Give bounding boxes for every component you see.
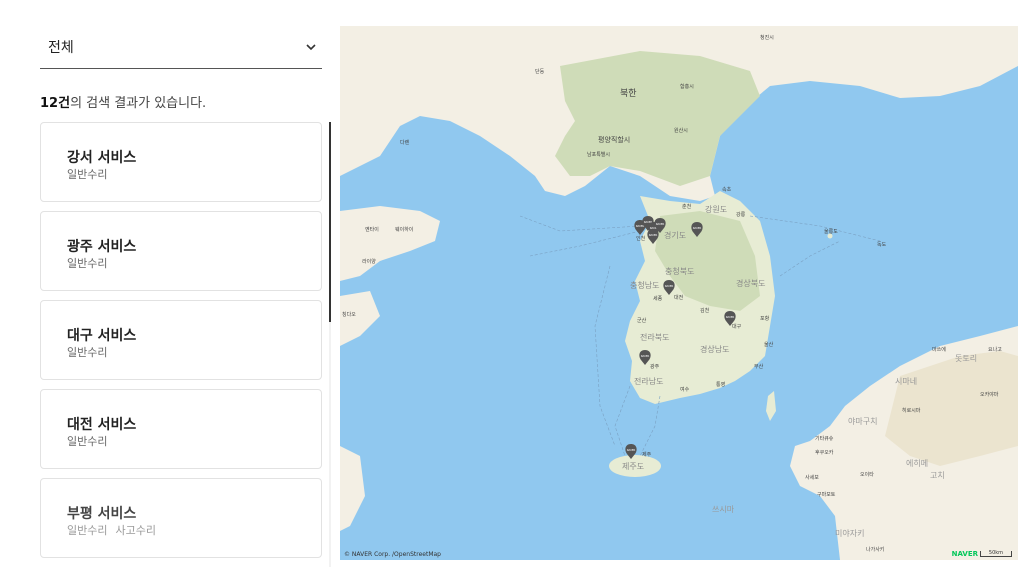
service-tag: 일반수리 xyxy=(67,435,108,448)
map-canvas[interactable]: 북한 평양직할시 남포특별시 함흥시 원산시 단둥 청진시 다롄 웨이하이 옌타… xyxy=(340,26,1018,560)
map-label: 사세보 xyxy=(805,474,819,481)
service-card[interactable]: 강서 서비스 일반수리 xyxy=(40,122,322,202)
service-tag: 일반수리 xyxy=(67,168,108,181)
map-label: 독도 xyxy=(877,242,887,248)
map-label: 대구 xyxy=(732,323,742,330)
map-label: 미야자키 xyxy=(835,528,864,538)
map-label: 히로시마 xyxy=(902,407,921,414)
map-label: 쓰시마 xyxy=(712,505,735,514)
map-label: 경상북도 xyxy=(736,278,765,288)
marker-label: NAVER xyxy=(665,284,674,288)
map-label: 광주 xyxy=(650,363,660,370)
result-count-number: 12건 xyxy=(40,96,71,111)
map-label: 남포특별시 xyxy=(587,151,610,158)
marker-label: NAVER xyxy=(726,315,735,319)
map-label: 시마네 xyxy=(895,377,917,386)
service-name: 강서 서비스 xyxy=(67,150,137,166)
map-label: 칭다오 xyxy=(342,311,356,318)
marker-label: NAVER xyxy=(627,448,636,452)
map-label: 군산 xyxy=(637,317,647,324)
map-label: 다롄 xyxy=(400,139,410,146)
map-label: 제주도 xyxy=(622,462,644,471)
map-label: 평양직할시 xyxy=(598,135,630,144)
service-tags: 일반수리 사고수리 xyxy=(67,522,164,538)
map-label: 경기도 xyxy=(664,230,686,240)
map-label: 청진시 xyxy=(760,34,774,41)
region-filter-select[interactable]: 전체 xyxy=(40,26,322,69)
service-card[interactable]: 대구 서비스 일반수리 xyxy=(40,300,322,380)
map-label: 인천 xyxy=(636,235,646,242)
map-label: 나가사키 xyxy=(866,546,884,553)
map-label: 대전 xyxy=(674,294,684,301)
map-label: 울릉도 xyxy=(824,229,838,235)
service-tags: 일반수리 xyxy=(67,255,115,271)
map-label: 라이양 xyxy=(362,258,376,265)
map-label: 전라북도 xyxy=(640,332,669,342)
map-label: 고치 xyxy=(930,471,945,480)
region-filter-value: 전체 xyxy=(48,40,74,56)
service-tag: 일반수리 xyxy=(67,257,108,270)
service-tag: 일반수리 xyxy=(67,524,108,537)
map-label: 요나고 xyxy=(988,346,1002,353)
marker-label: NAVER xyxy=(649,233,658,237)
map-label: 후쿠오카 xyxy=(815,449,834,456)
service-name: 대구 서비스 xyxy=(67,328,137,344)
map-label: 전라남도 xyxy=(634,376,663,386)
service-tag: 사고수리 xyxy=(115,524,156,537)
map-label: 김천 xyxy=(700,307,710,314)
map-label: 세종 xyxy=(653,295,663,302)
map-label: 울산 xyxy=(764,341,774,348)
map-label: 단둥 xyxy=(535,68,545,75)
map-label: 충청북도 xyxy=(665,267,694,276)
service-name: 광주 서비스 xyxy=(67,239,137,255)
map-label: 옌타이 xyxy=(365,226,379,233)
marker-label: NAVER xyxy=(641,354,650,358)
map-label: 강원도 xyxy=(705,204,727,214)
map-label: 통영 xyxy=(716,381,725,388)
map-label: 충청남도 xyxy=(630,281,659,290)
service-card[interactable]: 부평 서비스 일반수리 사고수리 xyxy=(40,478,322,558)
chevron-down-icon xyxy=(306,44,316,51)
service-tags: 일반수리 xyxy=(67,166,115,182)
map-label: 제주 xyxy=(642,451,652,458)
map-view[interactable]: 북한 평양직할시 남포특별시 함흥시 원산시 단둥 청진시 다롄 웨이하이 옌타… xyxy=(340,26,1018,560)
marker-label: NAVER xyxy=(693,226,702,230)
map-label: 함흥시 xyxy=(680,83,694,90)
map-label: 야마구치 xyxy=(848,416,877,426)
map-label: 마쓰에 xyxy=(932,346,946,353)
map-label: 웨이하이 xyxy=(395,226,413,233)
service-card[interactable]: 대전 서비스 일반수리 xyxy=(40,389,322,469)
map-label: 포항 xyxy=(760,315,770,322)
map-label: 구마모토 xyxy=(817,491,836,498)
map-label: 오카야마 xyxy=(980,391,999,398)
map-label: 기타큐슈 xyxy=(815,435,834,442)
map-label: 북한 xyxy=(620,88,637,99)
service-tags: 일반수리 xyxy=(67,344,115,360)
left-panel: 전체 12건의 검색 결과가 있습니다. 강서 서비스 일반수리 광주 서비스 … xyxy=(0,0,340,567)
marker-label: NAVER xyxy=(656,222,665,226)
map-label: 여수 xyxy=(680,386,690,393)
map-label: 부산 xyxy=(754,363,764,370)
map-label: 원산시 xyxy=(674,127,688,134)
map-label: 춘천 xyxy=(682,203,692,210)
service-name: 대전 서비스 xyxy=(67,417,137,433)
map-label: 돗토리 xyxy=(955,354,977,363)
map-label: 속초 xyxy=(722,186,732,193)
service-name: 부평 서비스 xyxy=(67,506,137,522)
service-list: 강서 서비스 일반수리 광주 서비스 일반수리 대구 서비스 일반수리 대전 서… xyxy=(40,122,322,567)
naver-logo: NAVER xyxy=(951,550,978,558)
map-label: 오이타 xyxy=(860,471,874,478)
map-scale-bar: 50km xyxy=(980,551,1012,557)
result-count-suffix: 의 검색 결과가 있습니다. xyxy=(70,96,207,111)
service-tags: 일반수리 xyxy=(67,433,115,449)
map-attribution: © NAVER Corp. /OpenStreetMap xyxy=(344,551,441,558)
map-label: 에히메 xyxy=(906,458,928,468)
service-tag: 일반수리 xyxy=(67,346,108,359)
service-card[interactable]: 광주 서비스 일반수리 xyxy=(40,211,322,291)
list-scrollbar-thumb[interactable] xyxy=(329,122,331,322)
map-label: 경상남도 xyxy=(700,344,729,354)
map-label: 강릉 xyxy=(736,211,746,218)
result-count: 12건의 검색 결과가 있습니다. xyxy=(40,92,206,111)
